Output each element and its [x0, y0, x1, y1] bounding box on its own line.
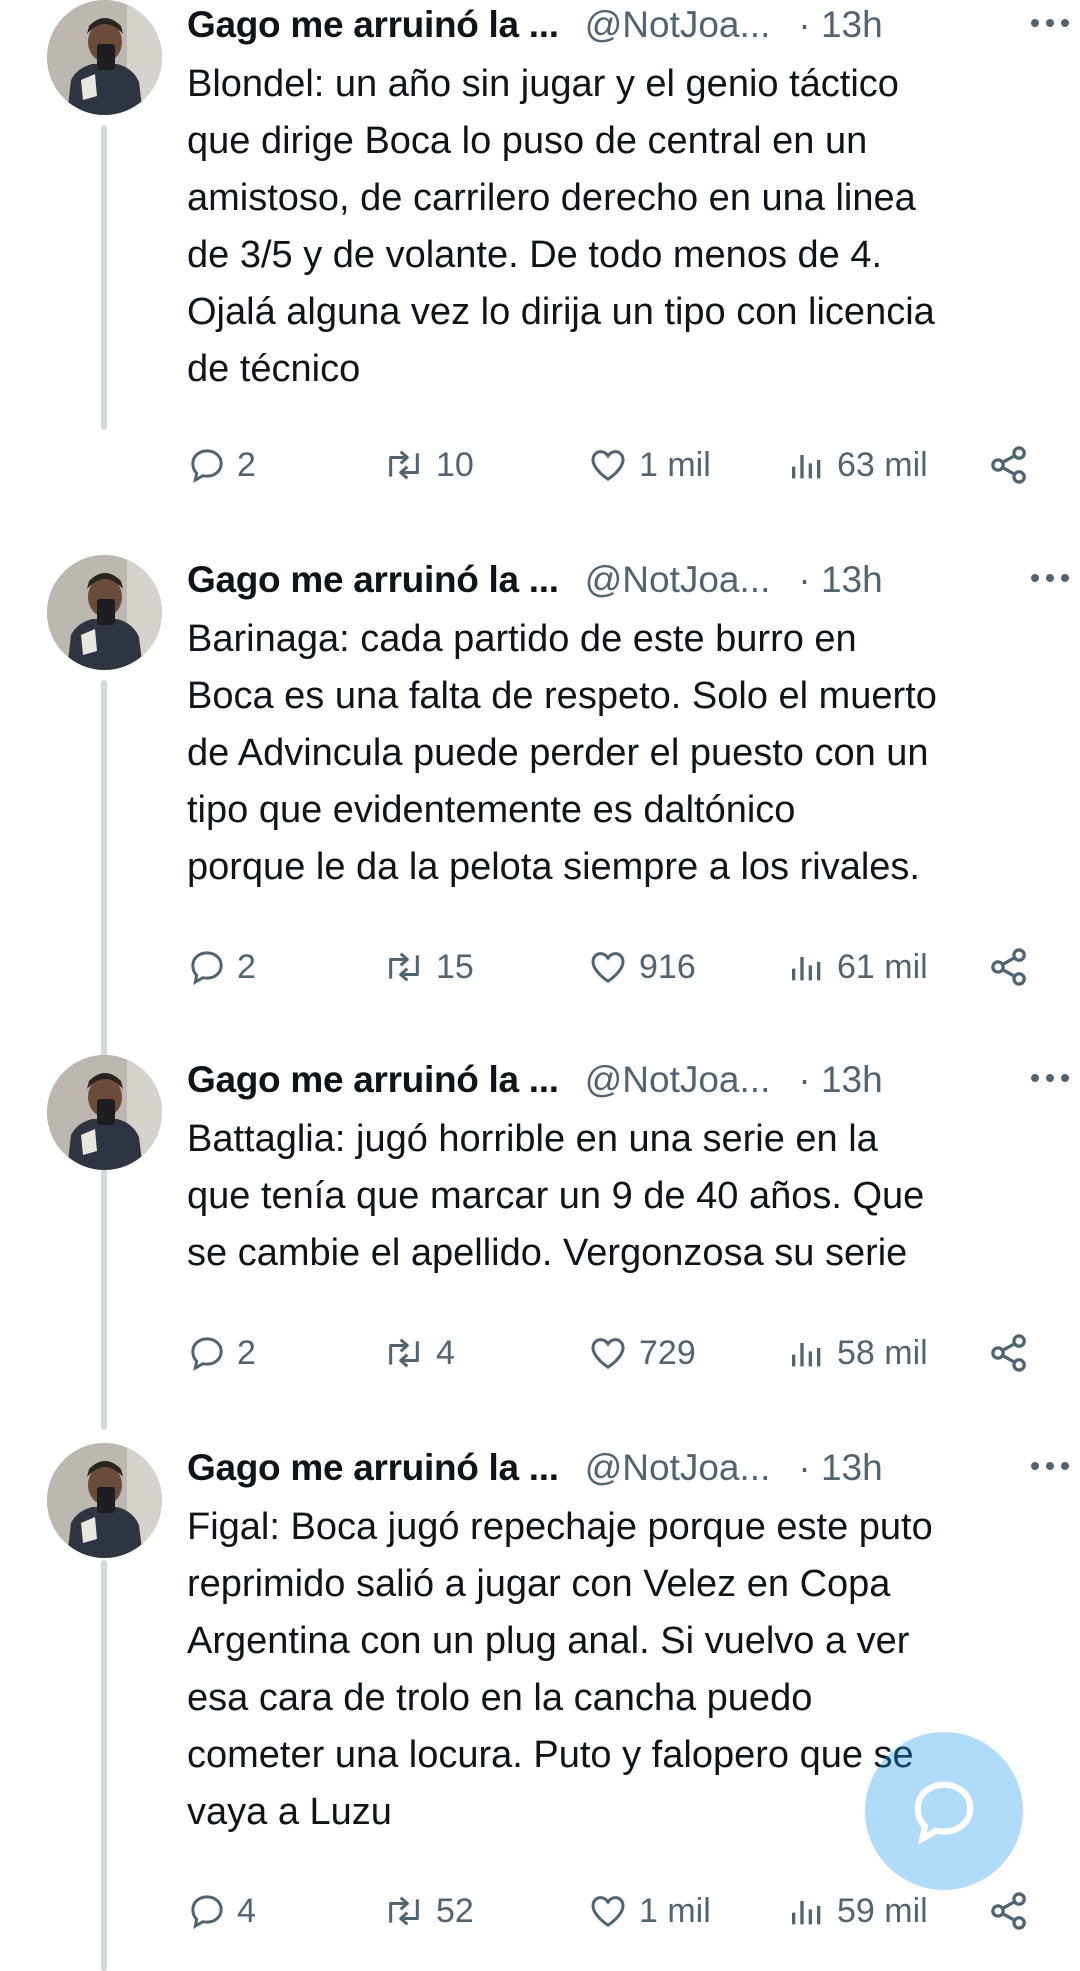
timestamp[interactable]: · 13h: [798, 1059, 882, 1101]
timestamp[interactable]: · 13h: [798, 559, 882, 601]
heart-icon: [591, 450, 625, 481]
like-button[interactable]: 729: [587, 1328, 696, 1378]
share-icon: [991, 1334, 1026, 1372]
like-count: 1 mil: [639, 445, 711, 484]
timestamp[interactable]: · 13h: [798, 4, 882, 46]
tweet-text: Battaglia: jugó horrible en una serie en…: [187, 1118, 925, 1274]
views-button[interactable]: 61 mil: [787, 942, 928, 992]
reply-button[interactable]: 2: [187, 440, 256, 490]
tweet-header: Gago me arruinó la ... @NotJoa... · 13h: [187, 1055, 1037, 1105]
tweet-actions: 2 15 916 61 mil: [187, 942, 1037, 992]
like-button[interactable]: 1 mil: [587, 440, 711, 490]
compose-reply-icon: [914, 1781, 974, 1845]
like-button[interactable]: 916: [587, 942, 696, 992]
heart-icon: [591, 952, 625, 983]
reply-icon: [191, 449, 223, 483]
reply-icon: [191, 1337, 223, 1371]
reply-button[interactable]: 2: [187, 942, 256, 992]
avatar[interactable]: [47, 0, 162, 115]
share-icon: [991, 948, 1026, 986]
views-count: 58 mil: [837, 1333, 928, 1372]
author-handle[interactable]: @NotJoa...: [585, 559, 771, 601]
retweet-count: 52: [436, 1891, 474, 1930]
views-count: 59 mil: [837, 1891, 928, 1930]
like-button[interactable]: 1 mil: [587, 1886, 711, 1936]
views-icon: [792, 1343, 821, 1367]
retweet-icon: [389, 1896, 419, 1926]
views-icon: [792, 455, 821, 479]
views-count: 63 mil: [837, 445, 928, 484]
share-button[interactable]: [987, 1886, 1031, 1936]
author-handle[interactable]: @NotJoa...: [585, 1447, 771, 1489]
compose-reply-button[interactable]: [865, 1732, 1023, 1890]
views-button[interactable]: 58 mil: [787, 1328, 928, 1378]
retweet-icon: [389, 952, 419, 982]
retweet-count: 10: [436, 445, 474, 484]
avatar[interactable]: [47, 1055, 162, 1170]
author-name[interactable]: Gago me arruinó la ...: [187, 559, 559, 601]
author-handle[interactable]: @NotJoa...: [585, 4, 771, 46]
tweet-text: Barinaga: cada partido de este burro en …: [187, 618, 937, 888]
more-icon[interactable]: [1028, 563, 1072, 593]
author-handle[interactable]: @NotJoa...: [585, 1059, 771, 1101]
share-button[interactable]: [987, 1328, 1031, 1378]
reply-icon: [191, 1895, 223, 1929]
avatar[interactable]: [47, 1443, 162, 1558]
views-icon: [792, 957, 821, 981]
share-icon: [991, 1892, 1026, 1930]
tweet-header: Gago me arruinó la ... @NotJoa... · 13h: [187, 1443, 1037, 1493]
retweet-count: 4: [436, 1333, 455, 1372]
views-button[interactable]: 59 mil: [787, 1886, 928, 1936]
views-icon: [792, 1901, 821, 1925]
tweet-text: Blondel: un año sin jugar y el genio tác…: [187, 63, 935, 390]
tweet-actions: 2 10 1 mil 63 mil: [187, 440, 1037, 490]
reply-count: 2: [237, 947, 256, 986]
tweet[interactable]: Gago me arruinó la ... @NotJoa... · 13h …: [0, 1055, 1080, 1445]
retweet-icon: [389, 450, 419, 480]
like-count: 916: [639, 947, 696, 986]
reply-icon: [191, 951, 223, 985]
author-name[interactable]: Gago me arruinó la ...: [187, 4, 559, 46]
more-icon[interactable]: [1028, 1063, 1072, 1093]
share-button[interactable]: [987, 440, 1031, 490]
views-count: 61 mil: [837, 947, 928, 986]
tweet[interactable]: Gago me arruinó la ... @NotJoa... · 13h …: [0, 555, 1080, 1055]
retweet-button[interactable]: 4: [382, 1328, 455, 1378]
tweet-actions: 2 4 729 58 mil: [187, 1328, 1037, 1378]
retweet-icon: [389, 1338, 419, 1368]
share-icon: [991, 446, 1026, 484]
heart-icon: [591, 1896, 625, 1927]
heart-icon: [591, 1338, 625, 1369]
reply-count: 4: [237, 1891, 256, 1930]
tweet-header: Gago me arruinó la ... @NotJoa... · 13h: [187, 0, 1037, 50]
tweet-header: Gago me arruinó la ... @NotJoa... · 13h: [187, 555, 1037, 605]
tweet[interactable]: Gago me arruinó la ... @NotJoa... · 13h …: [0, 0, 1080, 540]
reply-button[interactable]: 2: [187, 1328, 256, 1378]
author-name[interactable]: Gago me arruinó la ...: [187, 1447, 559, 1489]
retweet-count: 15: [436, 947, 474, 986]
more-icon[interactable]: [1028, 1451, 1072, 1481]
reply-count: 2: [237, 1333, 256, 1372]
share-button[interactable]: [987, 942, 1031, 992]
like-count: 729: [639, 1333, 696, 1372]
like-count: 1 mil: [639, 1891, 711, 1930]
retweet-button[interactable]: 10: [382, 440, 474, 490]
more-icon[interactable]: [1028, 8, 1072, 38]
reply-button[interactable]: 4: [187, 1886, 256, 1936]
retweet-button[interactable]: 15: [382, 942, 474, 992]
timestamp[interactable]: · 13h: [798, 1447, 882, 1489]
tweet-actions: 4 52 1 mil 59 mil: [187, 1886, 1037, 1936]
author-name[interactable]: Gago me arruinó la ...: [187, 1059, 559, 1101]
reply-count: 2: [237, 445, 256, 484]
tweet[interactable]: Gago me arruinó la ... @NotJoa... · 13h …: [0, 1443, 1080, 1971]
retweet-button[interactable]: 52: [382, 1886, 474, 1936]
avatar[interactable]: [47, 555, 162, 670]
views-button[interactable]: 63 mil: [787, 440, 928, 490]
